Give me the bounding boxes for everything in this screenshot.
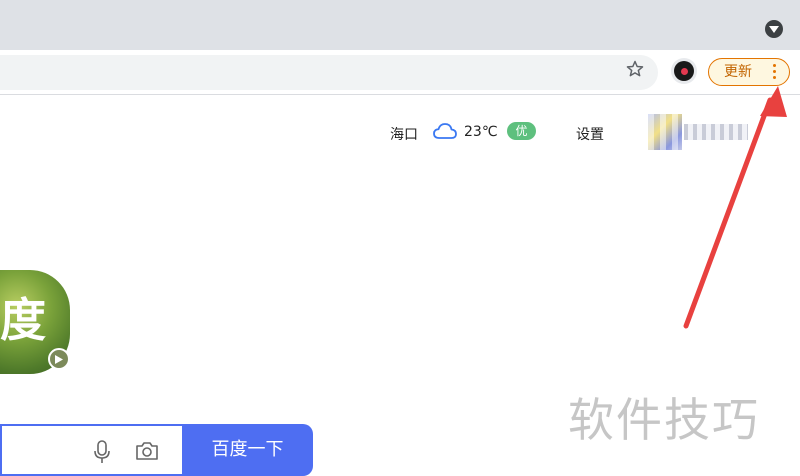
address-bar[interactable]	[0, 55, 658, 90]
username-pixelated[interactable]	[684, 124, 748, 140]
extension-record-icon	[674, 61, 694, 81]
air-quality-badge[interactable]: 优	[507, 122, 536, 140]
weather-temperature[interactable]: 23℃	[464, 124, 498, 140]
weather-city[interactable]: 海口	[390, 124, 418, 144]
update-button-label: 更新	[724, 64, 752, 80]
microphone-icon[interactable]	[92, 440, 112, 464]
tab-search-icon[interactable]	[765, 20, 783, 38]
avatar[interactable]	[648, 114, 682, 150]
update-button[interactable]: 更新	[708, 58, 790, 86]
browser-toolbar: 更新	[0, 50, 800, 95]
kebab-menu-icon[interactable]	[773, 64, 777, 80]
play-icon[interactable]	[48, 348, 70, 370]
logo-char: 度	[0, 293, 46, 347]
watermark-text: 软件技巧	[568, 393, 760, 447]
extension-icon[interactable]	[671, 58, 697, 84]
browser-tab-strip	[0, 0, 800, 50]
settings-link[interactable]: 设置	[576, 124, 604, 144]
search-button[interactable]: 百度一下	[182, 424, 313, 476]
cloudy-icon[interactable]	[432, 121, 458, 141]
bookmark-star-icon[interactable]	[625, 59, 645, 79]
camera-icon[interactable]	[134, 440, 160, 462]
baidu-logo[interactable]: 度	[0, 270, 70, 374]
